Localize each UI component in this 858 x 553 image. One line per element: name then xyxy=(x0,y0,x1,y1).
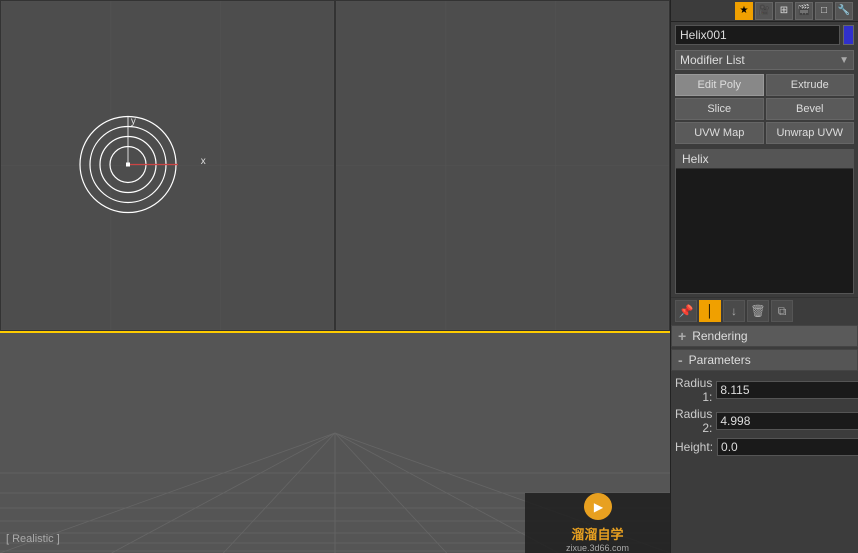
stack-pin-icon[interactable]: 📌 xyxy=(675,300,697,322)
viewport-area: x y xyxy=(0,0,670,553)
modifier-list-row: Modifier List ▼ xyxy=(671,48,858,72)
parameters-section-header[interactable]: - Parameters xyxy=(671,349,858,371)
stack-show-icon[interactable]: │ xyxy=(699,300,721,322)
object-color-swatch[interactable] xyxy=(843,25,854,45)
right-panel: ★ 🎥 ⊞ 🎬 □ 🔧 Modifier List ▼ Edit Poly Ex… xyxy=(670,0,858,553)
parameters-label: Parameters xyxy=(689,353,751,367)
watermark: 溜溜自学 zixue.3d66.com xyxy=(525,493,670,553)
camera-icon[interactable]: 🎥 xyxy=(755,2,773,20)
top-icons-row: ★ 🎥 ⊞ 🎬 □ 🔧 xyxy=(671,0,858,22)
stack-copy-icon[interactable]: ⧉ xyxy=(771,300,793,322)
viewport-top-right[interactable] xyxy=(335,0,670,331)
x-axis-label: x xyxy=(201,156,206,167)
rendering-section-header[interactable]: + Rendering xyxy=(671,325,858,347)
viewport-bottom[interactable]: [ Realistic ] 溜溜自学 zixue.3d66.com xyxy=(0,333,670,553)
modifier-stack: Helix xyxy=(675,149,854,294)
grid-icon[interactable]: ⊞ xyxy=(775,2,793,20)
watermark-play-icon xyxy=(584,493,612,520)
grid-lines-right xyxy=(336,1,669,330)
dropdown-arrow-icon: ▼ xyxy=(839,55,849,66)
rendering-expand-icon: + xyxy=(678,328,686,344)
top-viewports: x y xyxy=(0,0,670,333)
slice-button[interactable]: Slice xyxy=(675,98,764,120)
stack-delete-icon[interactable]: 🗑 xyxy=(747,300,769,322)
stack-item-helix[interactable]: Helix xyxy=(676,150,853,169)
watermark-site: 溜溜自学 xyxy=(571,524,623,543)
unwrap-uvw-button[interactable]: Unwrap UVW xyxy=(766,122,855,144)
radius2-input[interactable] xyxy=(716,412,858,430)
y-axis-label: y xyxy=(131,116,136,127)
modifier-list-dropdown[interactable]: Modifier List ▼ xyxy=(675,50,854,70)
radius1-label: Radius 1: xyxy=(675,376,712,404)
object-name-input[interactable] xyxy=(675,25,840,45)
height-input[interactable] xyxy=(717,438,858,456)
helix-object xyxy=(73,109,183,222)
stack-controls: 📌 │ ↓ 🗑 ⧉ xyxy=(671,297,858,324)
square-icon[interactable]: □ xyxy=(815,2,833,20)
rendering-label: Rendering xyxy=(692,329,747,343)
height-row: Height: ▲ ▼ xyxy=(675,438,854,456)
radius1-row: Radius 1: ▲ ▼ xyxy=(675,376,854,404)
object-name-row xyxy=(671,22,858,48)
radius2-row: Radius 2: ▲ ▼ xyxy=(675,407,854,435)
stack-show-sub-icon[interactable]: ↓ xyxy=(723,300,745,322)
extrude-button[interactable]: Extrude xyxy=(766,74,855,96)
star-icon[interactable]: ★ xyxy=(735,2,753,20)
tool-icon[interactable]: 🔧 xyxy=(835,2,853,20)
uvw-map-button[interactable]: UVW Map xyxy=(675,122,764,144)
radius1-input[interactable] xyxy=(716,381,858,399)
edit-poly-button[interactable]: Edit Poly xyxy=(675,74,764,96)
radius2-label: Radius 2: xyxy=(675,407,712,435)
modifier-buttons: Edit Poly Extrude Slice Bevel UVW Map Un… xyxy=(671,72,858,146)
watermark-url: zixue.3d66.com xyxy=(566,543,629,553)
realistic-label: [ Realistic ] xyxy=(6,533,60,545)
parameters-body: Radius 1: ▲ ▼ Radius 2: ▲ ▼ Height: ▲ ▼ xyxy=(671,372,858,463)
film-icon[interactable]: 🎬 xyxy=(795,2,813,20)
bevel-button[interactable]: Bevel xyxy=(766,98,855,120)
parameters-collapse-icon: - xyxy=(678,352,683,368)
height-label: Height: xyxy=(675,440,713,454)
viewport-top-left[interactable]: x y xyxy=(0,0,335,331)
